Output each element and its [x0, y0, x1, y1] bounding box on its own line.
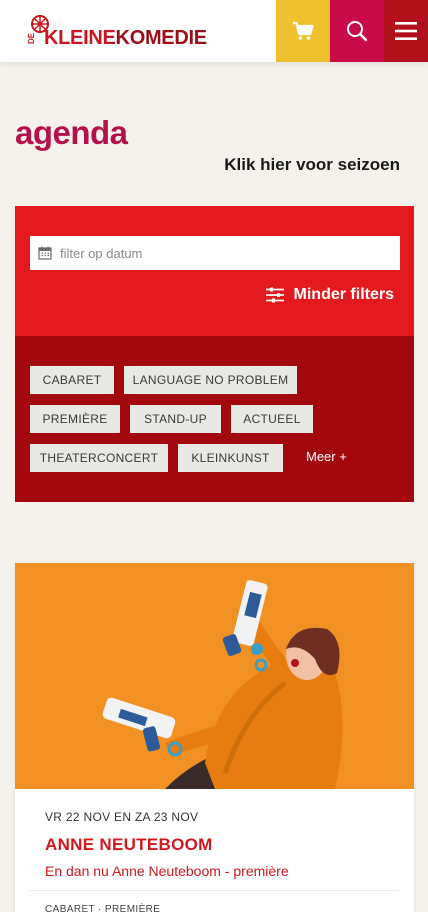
event-photo — [15, 563, 414, 789]
event-card[interactable]: VR 22 NOV EN ZA 23 NOV ANNE NEUTEBOOM En… — [15, 563, 414, 912]
top-bar: DE KLEINEKOMEDIE — [0, 0, 428, 62]
less-filters-button[interactable]: Minder filters — [265, 286, 394, 304]
event-title[interactable]: ANNE NEUTEBOOM — [45, 835, 213, 855]
card-divider — [30, 890, 399, 891]
less-filters-label: Minder filters — [293, 286, 394, 303]
event-subtitle-main: En dan nu Anne Neuteboom — [45, 863, 221, 879]
more-filters-link[interactable]: Meer + — [306, 449, 347, 464]
logo-text: KLEINEKOMEDIE — [44, 28, 207, 48]
filter-tag-theaterconcert[interactable]: THEATERCONCERT — [30, 444, 168, 472]
filter-tag-premiere[interactable]: PREMIÈRE — [30, 405, 120, 433]
sliders-icon — [265, 287, 284, 303]
event-date: VR 22 NOV EN ZA 23 NOV — [45, 810, 199, 824]
filter-tag-stand-up[interactable]: STAND-UP — [130, 405, 221, 433]
category-filter-list: CABARET LANGUAGE NO PROBLEM PREMIÈRE STA… — [15, 336, 414, 502]
filter-tag-language-no-problem[interactable]: LANGUAGE NO PROBLEM — [124, 366, 297, 394]
event-image[interactable] — [15, 563, 414, 789]
date-filter-field[interactable] — [30, 236, 400, 270]
logo[interactable]: DE KLEINEKOMEDIE — [26, 14, 207, 48]
shopping-cart-icon — [293, 21, 314, 40]
logo-prefix: DE — [27, 32, 36, 44]
event-categories: CABARET · PREMIÈRE — [45, 904, 161, 912]
cart-button[interactable] — [276, 0, 330, 62]
page-title: agenda — [15, 114, 128, 151]
search-button[interactable] — [330, 0, 384, 62]
search-icon — [347, 21, 368, 42]
season-link[interactable]: Klik hier voor seizoen — [224, 155, 400, 175]
page: DE KLEINEKOMEDIE agenda Klik hier voor s… — [0, 0, 428, 912]
hamburger-menu-icon — [395, 22, 417, 40]
logo-word-komedie: KOMEDIE — [115, 27, 208, 49]
filter-panel: Minder filters — [15, 206, 414, 336]
menu-button[interactable] — [384, 0, 428, 62]
event-subtitle: En dan nu Anne Neuteboom - première — [45, 863, 289, 879]
filter-tag-kleinkunst[interactable]: KLEINKUNST — [178, 444, 283, 472]
event-subtitle-tag: première — [233, 863, 289, 879]
event-subtitle-separator: - — [220, 863, 234, 879]
date-filter-input[interactable] — [60, 245, 380, 261]
filter-tag-actueel[interactable]: ACTUEEL — [231, 405, 313, 433]
logo-word-kleine: KLEINE — [44, 27, 116, 49]
filter-tag-cabaret[interactable]: CABARET — [30, 366, 114, 394]
calendar-icon — [38, 246, 52, 260]
